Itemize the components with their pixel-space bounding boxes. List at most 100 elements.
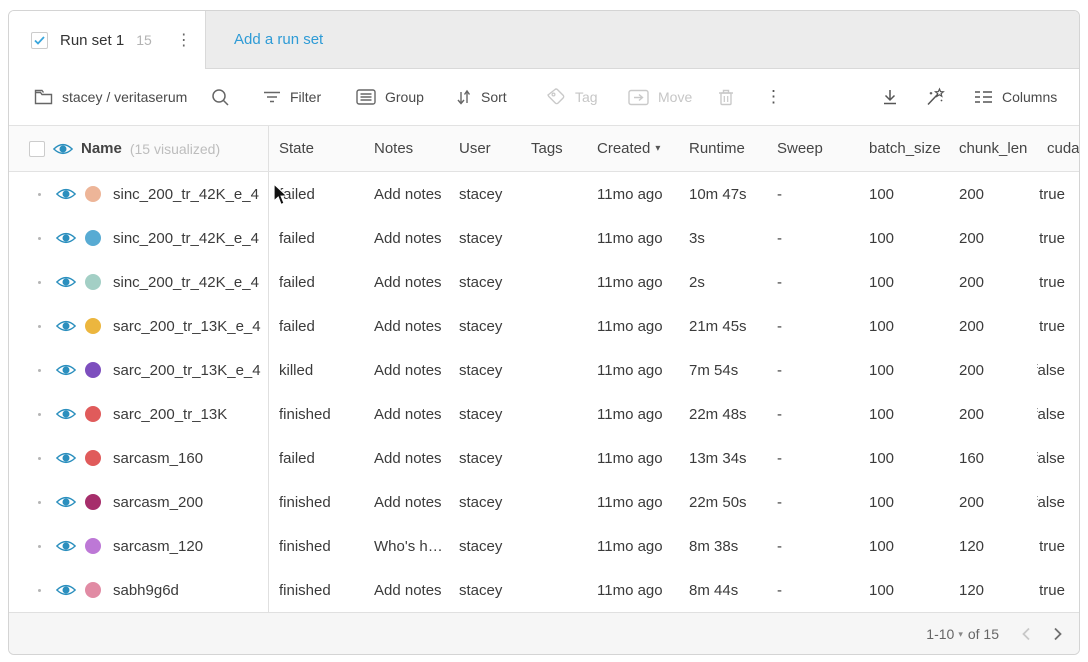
sort-button[interactable]: Sort bbox=[456, 69, 507, 125]
table-row[interactable]: sarcasm_200 finished Add notes stacey 11… bbox=[9, 480, 1079, 524]
run-name-cell[interactable]: sarcasm_160 bbox=[9, 436, 269, 480]
group-button[interactable]: Group bbox=[356, 69, 424, 125]
export-button[interactable] bbox=[881, 69, 899, 125]
notes-cell[interactable]: Add notes bbox=[364, 568, 449, 612]
table-row[interactable]: sarcasm_120 finished Who's h… stacey 11m… bbox=[9, 524, 1079, 568]
visibility-eye-icon[interactable] bbox=[56, 539, 76, 553]
run-name-cell[interactable]: sarc_200_tr_13K_e_4 bbox=[9, 348, 269, 392]
table-row[interactable]: sinc_200_tr_42K_e_4 failed Add notes sta… bbox=[9, 216, 1079, 260]
visibility-eye-icon[interactable] bbox=[56, 231, 76, 245]
run-name-cell[interactable]: sarc_200_tr_13K_e_4 bbox=[9, 304, 269, 348]
notes-cell[interactable]: Add notes bbox=[364, 172, 449, 216]
table-row[interactable]: sinc_200_tr_42K_e_4 failed Add notes sta… bbox=[9, 172, 1079, 216]
runtime-cell: 3s bbox=[679, 216, 767, 260]
filter-button[interactable]: Filter bbox=[263, 69, 321, 125]
folder-icon bbox=[34, 89, 53, 105]
project-breadcrumb[interactable]: stacey / veritaserum bbox=[34, 69, 187, 125]
state-cell: failed bbox=[269, 172, 364, 216]
search-button[interactable] bbox=[211, 69, 230, 125]
table-row[interactable]: sarc_200_tr_13K_e_4 killed Add notes sta… bbox=[9, 348, 1079, 392]
run-name-link[interactable]: sarcasm_160 bbox=[113, 450, 264, 467]
visibility-eye-icon[interactable] bbox=[56, 451, 76, 465]
visibility-eye-icon[interactable] bbox=[56, 583, 76, 597]
column-header-state[interactable]: State bbox=[269, 126, 364, 171]
visibility-eye-icon[interactable] bbox=[56, 275, 76, 289]
move-button[interactable]: Move bbox=[628, 69, 692, 125]
tags-cell bbox=[521, 260, 587, 304]
table-row[interactable]: sarc_200_tr_13K_e_4 failed Add notes sta… bbox=[9, 304, 1079, 348]
notes-cell[interactable]: Add notes bbox=[364, 260, 449, 304]
magic-wand-button[interactable] bbox=[924, 69, 946, 125]
table-row[interactable]: sinc_200_tr_42K_e_4 failed Add notes sta… bbox=[9, 260, 1079, 304]
cuda-cell: true bbox=[1037, 172, 1079, 216]
state-cell: killed bbox=[269, 348, 364, 392]
table-row[interactable]: sarc_200_tr_13K finished Add notes stace… bbox=[9, 392, 1079, 436]
column-header-notes[interactable]: Notes bbox=[364, 126, 449, 171]
run-name-link[interactable]: sarcasm_120 bbox=[113, 538, 264, 555]
notes-cell[interactable]: Add notes bbox=[364, 216, 449, 260]
sweep-cell: - bbox=[767, 260, 859, 304]
runset-checkbox[interactable] bbox=[31, 32, 48, 49]
column-header-created[interactable]: Created ▾ bbox=[587, 126, 679, 171]
column-header-batch-size[interactable]: batch_size bbox=[859, 126, 949, 171]
run-name-cell[interactable]: sabh9g6d bbox=[9, 568, 269, 612]
columns-button[interactable]: Columns bbox=[974, 69, 1057, 125]
column-header-tags[interactable]: Tags bbox=[521, 126, 587, 171]
visibility-eye-icon[interactable] bbox=[56, 495, 76, 509]
prev-page-button[interactable] bbox=[1021, 627, 1031, 641]
more-actions-kebab-icon[interactable]: ⋮ bbox=[765, 69, 782, 125]
visibility-eye-icon[interactable] bbox=[53, 142, 73, 156]
runset-menu-kebab-icon[interactable]: ⋮ bbox=[172, 30, 196, 50]
column-header-chunk-len[interactable]: chunk_len bbox=[949, 126, 1037, 171]
notes-cell[interactable]: Add notes bbox=[364, 480, 449, 524]
tags-cell bbox=[521, 568, 587, 612]
add-run-set-link[interactable]: Add a run set bbox=[234, 11, 323, 68]
table-row[interactable]: sabh9g6d finished Add notes stacey 11mo … bbox=[9, 568, 1079, 612]
page-size-dropdown[interactable]: 1-10 ▾ bbox=[926, 626, 963, 642]
tab-run-set-1[interactable]: Run set 1 15 ⋮ bbox=[9, 11, 206, 69]
column-header-runtime[interactable]: Runtime bbox=[679, 126, 767, 171]
tag-button[interactable]: Tag bbox=[546, 69, 598, 125]
run-name-link[interactable]: sinc_200_tr_42K_e_4 bbox=[113, 230, 264, 247]
chunk-len-cell: 200 bbox=[949, 216, 1037, 260]
delete-button[interactable] bbox=[718, 69, 734, 125]
visibility-eye-icon[interactable] bbox=[56, 363, 76, 377]
notes-cell[interactable]: Add notes bbox=[364, 392, 449, 436]
visibility-eye-icon[interactable] bbox=[56, 187, 76, 201]
batch-size-cell: 100 bbox=[859, 304, 949, 348]
visibility-eye-icon[interactable] bbox=[56, 319, 76, 333]
column-header-sweep[interactable]: Sweep bbox=[767, 126, 859, 171]
select-all-checkbox[interactable] bbox=[29, 141, 45, 157]
notes-cell[interactable]: Add notes bbox=[364, 436, 449, 480]
run-name-link[interactable]: sarcasm_200 bbox=[113, 494, 264, 511]
move-icon bbox=[628, 89, 649, 106]
visibility-eye-icon[interactable] bbox=[56, 407, 76, 421]
runtime-cell: 10m 47s bbox=[679, 172, 767, 216]
run-name-cell[interactable]: sarcasm_120 bbox=[9, 524, 269, 568]
run-name-cell[interactable]: sinc_200_tr_42K_e_4 bbox=[9, 260, 269, 304]
run-color-dot bbox=[85, 186, 101, 202]
column-header-user[interactable]: User bbox=[449, 126, 521, 171]
run-name-link[interactable]: sabh9g6d bbox=[113, 582, 264, 599]
notes-cell[interactable]: Who's h… bbox=[364, 524, 449, 568]
run-name-link[interactable]: sarc_200_tr_13K_e_4 bbox=[113, 362, 264, 379]
notes-cell[interactable]: Add notes bbox=[364, 348, 449, 392]
run-name-link[interactable]: sarc_200_tr_13K_e_4 bbox=[113, 318, 264, 335]
sort-label: Sort bbox=[481, 89, 507, 105]
run-name-cell[interactable]: sarc_200_tr_13K bbox=[9, 392, 269, 436]
notes-cell[interactable]: Add notes bbox=[364, 304, 449, 348]
name-column-header[interactable]: Name bbox=[81, 140, 122, 157]
tags-cell bbox=[521, 348, 587, 392]
run-name-cell[interactable]: sarcasm_200 bbox=[9, 480, 269, 524]
run-name-link[interactable]: sinc_200_tr_42K_e_4 bbox=[113, 186, 264, 203]
column-header-cuda[interactable]: cuda bbox=[1037, 126, 1079, 171]
run-name-link[interactable]: sarc_200_tr_13K bbox=[113, 406, 264, 423]
chevron-left-icon bbox=[1021, 627, 1031, 641]
state-cell: failed bbox=[269, 304, 364, 348]
run-name-cell[interactable]: sinc_200_tr_42K_e_4 bbox=[9, 216, 269, 260]
table-row[interactable]: sarcasm_160 failed Add notes stacey 11mo… bbox=[9, 436, 1079, 480]
runtime-cell: 7m 54s bbox=[679, 348, 767, 392]
run-name-cell[interactable]: sinc_200_tr_42K_e_4 bbox=[9, 172, 269, 216]
run-name-link[interactable]: sinc_200_tr_42K_e_4 bbox=[113, 274, 264, 291]
next-page-button[interactable] bbox=[1053, 627, 1063, 641]
